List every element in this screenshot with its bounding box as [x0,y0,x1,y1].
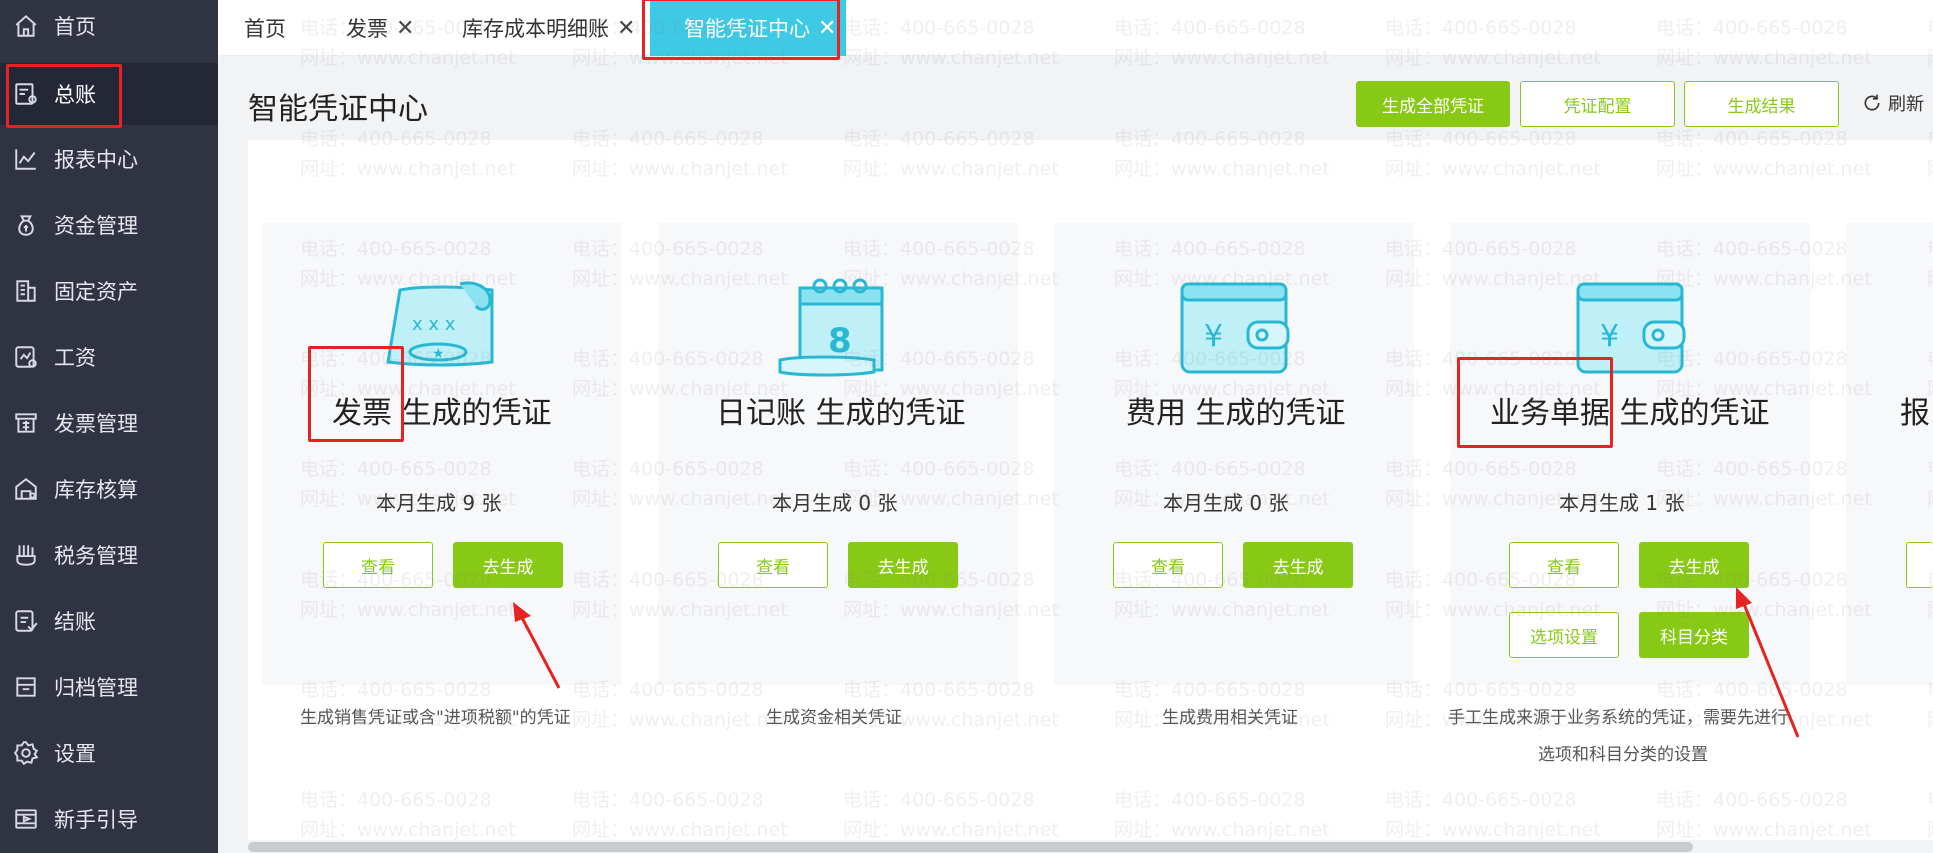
annotation-box-active-tab [642,0,840,60]
svg-text:x x x: x x x [412,314,456,335]
svg-text:8: 8 [828,321,852,361]
svg-text:★: ★ [432,346,445,362]
sidebar-item-label: 资金管理 [54,214,138,238]
sidebar-item-fixed-assets[interactable]: 固定资产 [0,261,218,321]
checkout-icon [12,607,40,635]
card-count: 本月生成 9 张 [376,491,502,515]
tab-label: 首页 [244,17,286,41]
gear-icon [12,739,40,767]
generate-button[interactable]: 去生成 [453,542,563,588]
archive-icon [12,673,40,701]
view-button[interactable]: 查看 [718,542,828,588]
annotation-arrow [513,602,561,689]
sidebar-item-payroll[interactable]: 工资 [0,327,218,387]
close-icon[interactable]: ✕ [617,16,635,41]
sidebar-item-label: 设置 [54,742,96,766]
card-description: 生成资金相关凭证 [766,708,902,728]
invoice-icon [12,409,40,437]
voucher-config-button[interactable]: 凭证配置 [1520,81,1675,127]
sidebar-item-invoices[interactable]: 发票管理 [0,393,218,453]
sidebar-item-label: 发票管理 [54,412,138,436]
building-icon [12,277,40,305]
sidebar-item-inventory[interactable]: 库存核算 [0,459,218,519]
generate-result-button[interactable]: 生成结果 [1684,81,1839,127]
svg-text:¥: ¥ [1600,319,1619,354]
sidebar-item-label: 报表中心 [54,148,138,172]
options-settings-button[interactable]: 选项设置 [1509,612,1619,658]
sidebar-item-guide[interactable]: 新手引导 [0,789,218,849]
annotation-box-invoice [308,346,404,442]
sidebar-item-reports[interactable]: 报表中心 [0,129,218,189]
sidebar-item-label: 税务管理 [54,544,138,568]
wallet-icon: ¥ [1180,282,1290,374]
card-count: 本月生成 0 张 [1163,491,1289,515]
sidebar-item-archive[interactable]: 归档管理 [0,657,218,717]
sidebar-item-label: 工资 [54,346,96,370]
generate-all-button[interactable]: 生成全部凭证 [1356,81,1510,127]
card-description: 选项和科目分类的设置 [1538,745,1708,765]
horizontal-scrollbar[interactable] [248,842,1693,852]
sidebar-item-label: 归档管理 [54,676,138,700]
view-button[interactable]: 查看 [1113,542,1223,588]
generate-button[interactable]: 去生成 [1639,542,1749,588]
view-button[interactable]: 查看 [1509,542,1619,588]
guide-icon [12,805,40,833]
calendar-icon: 8 [778,278,884,377]
sidebar-item-label: 库存核算 [54,478,138,502]
generate-button[interactable]: 去生成 [1243,542,1353,588]
card-report [1846,223,1933,685]
annotation-box-ledger [6,64,122,128]
card-title: 日记账 生成的凭证 [716,396,966,431]
sidebar-item-closing[interactable]: 结账 [0,591,218,651]
sidebar-item-label: 新手引导 [54,808,138,832]
tax-icon [12,541,40,569]
annotation-arrow [1736,587,1800,738]
card-title: 费用 生成的凭证 [1126,396,1346,431]
tab-inventory-cost[interactable]: 库存成本明细账 ✕ [462,0,635,56]
warehouse-icon [12,475,40,503]
sidebar-item-settings[interactable]: 设置 [0,723,218,783]
svg-text:¥: ¥ [1204,319,1223,354]
sidebar-item-funds[interactable]: 资金管理 [0,195,218,255]
card-title: 报 [1900,396,1930,431]
card-count: 本月生成 1 张 [1559,491,1685,515]
card-description: 生成销售凭证或含"进项税额"的凭证 [300,708,571,728]
sidebar-item-label: 首页 [54,15,96,39]
sidebar-item-home[interactable]: 首页 [0,0,218,56]
card-description: 生成费用相关凭证 [1162,708,1298,728]
view-button-partial[interactable] [1906,542,1933,588]
tab-home[interactable]: 首页 [244,0,286,56]
annotation-box-business-doc [1457,357,1613,448]
sidebar-item-tax[interactable]: 税务管理 [0,525,218,585]
chart-icon [12,145,40,173]
tab-invoice[interactable]: 发票 ✕ [346,0,414,56]
card-count: 本月生成 0 张 [772,491,898,515]
page-title: 智能凭证中心 [248,92,428,127]
sidebar-item-label: 固定资产 [54,280,138,304]
home-icon [12,12,40,40]
sidebar-item-label: 结账 [54,610,96,634]
refresh-icon [1864,94,1880,111]
tab-label: 库存成本明细账 [462,17,609,41]
tab-label: 发票 [346,17,388,41]
money-bag-icon [12,211,40,239]
close-icon[interactable]: ✕ [396,16,414,41]
generate-button[interactable]: 去生成 [848,542,958,588]
payroll-icon [12,343,40,371]
refresh-label: 刷新 [1888,94,1924,115]
refresh-button[interactable]: 刷新 [1862,90,1924,116]
view-button[interactable]: 查看 [323,542,433,588]
